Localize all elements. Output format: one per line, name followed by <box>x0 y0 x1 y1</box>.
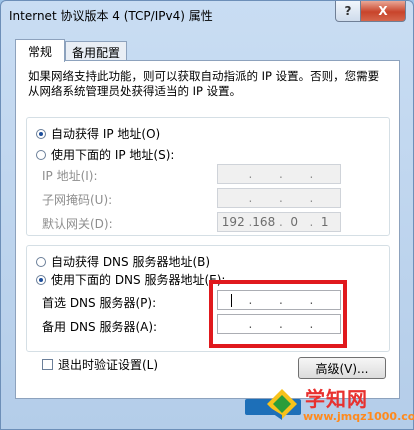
manual-dns-radio[interactable]: 使用下面的 DNS 服务器地址(E): <box>36 271 230 288</box>
title-bar[interactable]: Internet 协议版本 4 (TCP/IPv4) 属性 ? X <box>1 1 413 31</box>
radio-dot-selected[interactable] <box>36 128 46 139</box>
watermark-name: 学知网 <box>305 387 368 411</box>
close-button[interactable]: X <box>360 1 406 22</box>
preferred-dns-label: 首选 DNS 服务器(P): <box>42 296 157 310</box>
ip-address-input[interactable]: . . . <box>217 164 341 184</box>
watermark-logo-icon <box>267 389 297 420</box>
manual-ip-radio[interactable]: 使用下面的 IP 地址(S): <box>36 146 179 163</box>
auto-ip-label: 自动获得 IP 地址(O) <box>51 127 161 141</box>
manual-ip-label: 使用下面的 IP 地址(S): <box>51 148 175 162</box>
octet: 192 <box>221 215 245 229</box>
octet: 0 <box>290 215 299 229</box>
radio-dot[interactable] <box>36 149 46 160</box>
radio-dot-selected[interactable] <box>36 274 46 285</box>
auto-ip-radio[interactable]: 自动获得 IP 地址(O) <box>36 125 160 142</box>
validate-settings-label: 退出时验证设置(L) <box>58 358 159 372</box>
window-title: Internet 协议版本 4 (TCP/IPv4) 属性 <box>9 9 213 23</box>
default-gateway-input[interactable]: 192. 168. 0. 1 <box>217 212 341 232</box>
tab-general[interactable]: 常规 <box>15 39 65 62</box>
watermark: 学知网 www.jmqz1000.com <box>263 381 414 429</box>
tab-alternate-config[interactable]: 备用配置 <box>65 41 127 62</box>
watermark-url: www.jmqz1000.com <box>303 410 414 423</box>
subnet-mask-input[interactable]: . . . <box>217 188 341 208</box>
checkbox-box[interactable] <box>42 359 53 370</box>
alternate-dns-label: 备用 DNS 服务器(A): <box>42 320 158 334</box>
advanced-button[interactable]: 高级(V)... <box>298 357 386 379</box>
description-text: 如果网络支持此功能，则可以获取自动指派的 IP 设置。否则，您需要从网络系统管理… <box>28 69 380 98</box>
default-gateway-label: 默认网关(D): <box>42 217 113 231</box>
subnet-mask-label: 子网掩码(U): <box>42 193 113 207</box>
dialog-window: Internet 协议版本 4 (TCP/IPv4) 属性 ? X 常规 备用配… <box>0 0 414 430</box>
red-highlight-box <box>209 280 347 348</box>
help-button[interactable]: ? <box>335 1 361 22</box>
octet: 1 <box>320 215 329 229</box>
validate-settings-checkbox[interactable]: 退出时验证设置(L) <box>42 356 158 373</box>
ip-address-label: IP 地址(I): <box>42 169 98 183</box>
octet: 168 <box>252 215 276 229</box>
general-tab-panel: 如果网络支持此功能，则可以获取自动指派的 IP 设置。否则，您需要从网络系统管理… <box>15 60 400 399</box>
manual-dns-label: 使用下面的 DNS 服务器地址(E): <box>51 273 226 287</box>
